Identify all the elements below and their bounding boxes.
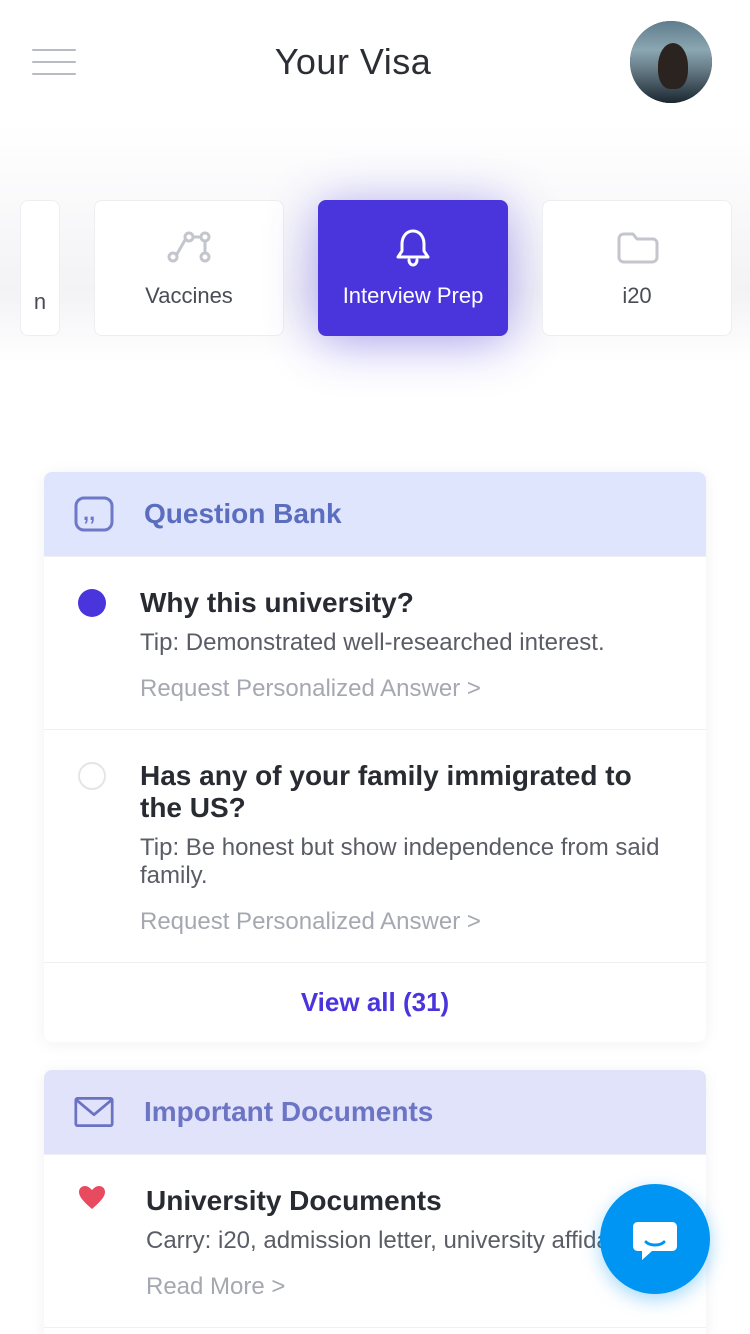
documents-card: Important Documents University Documents… xyxy=(44,1070,706,1334)
card-title: Important Documents xyxy=(144,1096,433,1128)
tab-label: i20 xyxy=(622,283,651,309)
tab-label: Interview Prep xyxy=(343,283,484,309)
chat-icon xyxy=(628,1212,682,1266)
question-tip: Tip: Demonstrated well-researched intere… xyxy=(140,629,672,657)
document-title: University Documents xyxy=(146,1185,672,1217)
tab-i20[interactable]: i20 xyxy=(542,200,732,336)
document-row[interactable]: Financial Documents Carry: IT returns, p… xyxy=(44,1327,706,1334)
quote-icon: ,, xyxy=(74,496,114,532)
tab-label: Vaccines xyxy=(145,283,233,309)
read-more-link[interactable]: Read More > xyxy=(146,1273,672,1301)
tab-label: n xyxy=(34,289,46,315)
route-icon xyxy=(165,227,213,267)
card-title: Question Bank xyxy=(144,498,342,530)
status-dot-icon xyxy=(78,762,106,790)
page-title: Your Visa xyxy=(76,41,630,83)
chat-fab[interactable] xyxy=(600,1184,710,1294)
envelope-icon xyxy=(74,1094,114,1130)
app-header: Your Visa xyxy=(0,0,750,124)
heart-icon xyxy=(78,1185,112,1301)
question-tip: Tip: Be honest but show independence fro… xyxy=(140,834,672,890)
question-row[interactable]: Why this university? Tip: Demonstrated w… xyxy=(44,556,706,729)
documents-header: Important Documents xyxy=(44,1070,706,1154)
question-bank-card: ,, Question Bank Why this university? Ti… xyxy=(44,472,706,1042)
bell-icon xyxy=(389,227,437,267)
question-bank-header: ,, Question Bank xyxy=(44,472,706,556)
tab-interview-prep[interactable]: Interview Prep xyxy=(318,200,508,336)
svg-text:,,: ,, xyxy=(83,500,95,525)
folder-icon xyxy=(613,227,661,267)
document-body: Carry: i20, admission letter, university… xyxy=(146,1227,672,1255)
tab-item-left[interactable]: n xyxy=(20,200,60,336)
tab-vaccines[interactable]: Vaccines xyxy=(94,200,284,336)
status-dot-icon xyxy=(78,589,106,617)
question-text: Why this university? xyxy=(140,587,672,619)
request-answer-link[interactable]: Request Personalized Answer > xyxy=(140,675,672,703)
avatar[interactable] xyxy=(630,21,712,103)
tab-strip: n Vaccines Interview Prep xyxy=(0,124,750,362)
request-answer-link[interactable]: Request Personalized Answer > xyxy=(140,908,672,936)
question-row[interactable]: Has any of your family immigrated to the… xyxy=(44,729,706,962)
hamburger-icon[interactable] xyxy=(32,49,76,75)
view-all-button[interactable]: View all (31) xyxy=(44,962,706,1042)
question-text: Has any of your family immigrated to the… xyxy=(140,760,672,824)
